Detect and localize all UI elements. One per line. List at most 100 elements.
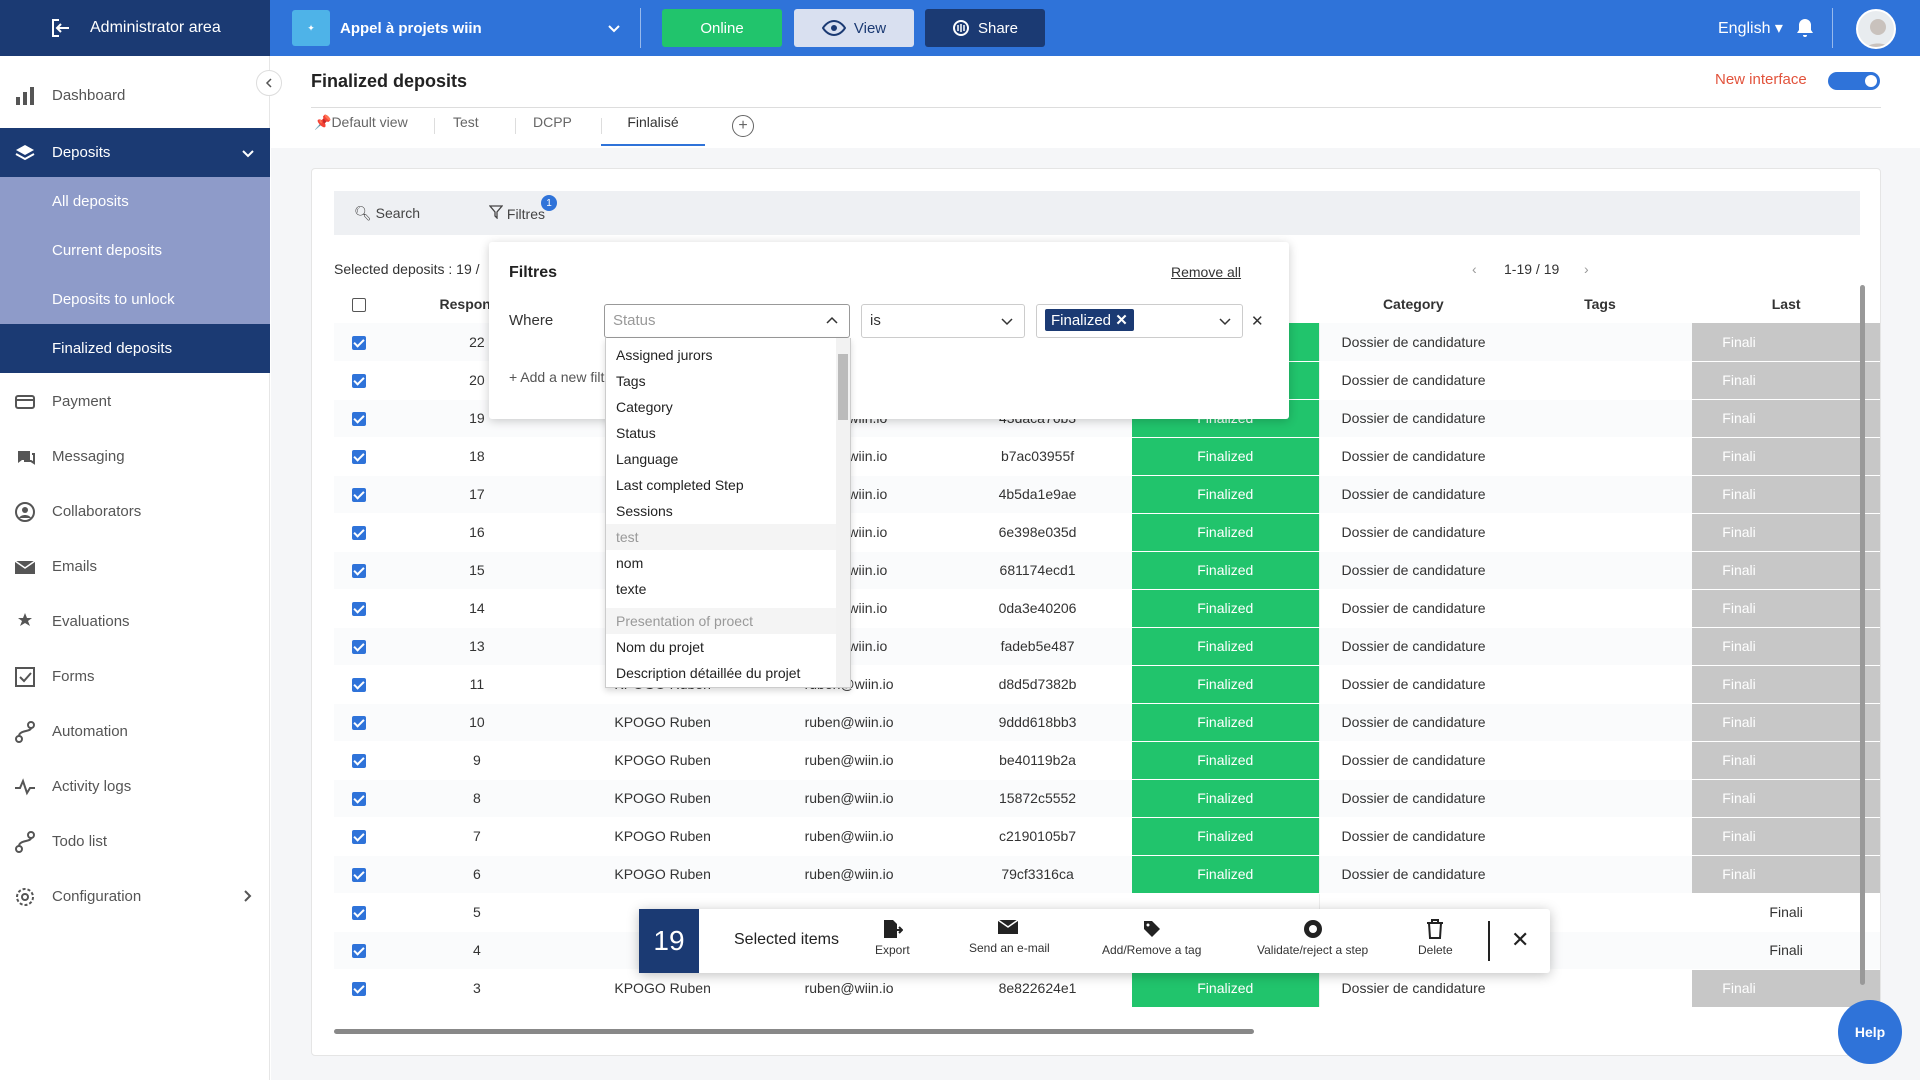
sidebar-item-deposits-to-unlock[interactable]: Deposits to unlock bbox=[0, 275, 270, 324]
filter-button[interactable]: Filtres bbox=[488, 205, 545, 222]
checkbox[interactable] bbox=[351, 944, 366, 959]
filter-operator-select[interactable]: is bbox=[861, 304, 1025, 338]
tab-default-view[interactable]: 📌Default view bbox=[314, 114, 408, 142]
dropdown-option[interactable]: Language bbox=[606, 446, 850, 472]
close-icon[interactable]: ✕ bbox=[1511, 927, 1529, 953]
sidebar-item-collaborators[interactable]: Collaborators bbox=[0, 487, 270, 536]
scroll-thumb[interactable] bbox=[838, 354, 848, 420]
vertical-scrollbar[interactable] bbox=[1860, 285, 1865, 985]
dropdown-option[interactable]: Sessions bbox=[606, 498, 850, 524]
filter-field-select[interactable]: Status bbox=[604, 304, 850, 338]
row-checkbox[interactable] bbox=[334, 703, 384, 742]
search-button[interactable]: 🔍︎ Search bbox=[354, 205, 420, 222]
checkbox[interactable] bbox=[351, 335, 366, 350]
project-selector[interactable]: ✦ Appel à projets wiin bbox=[292, 10, 632, 46]
row-checkbox[interactable] bbox=[334, 893, 384, 932]
row-checkbox[interactable] bbox=[334, 817, 384, 856]
row-checkbox[interactable] bbox=[334, 437, 384, 476]
dropdown-option[interactable]: Tags bbox=[606, 368, 850, 394]
sidebar-item-finalized-deposits[interactable]: Finalized deposits bbox=[0, 324, 270, 373]
sidebar-item-dashboard[interactable]: Dashboard bbox=[0, 71, 270, 120]
sidebar-item-payment[interactable]: Payment bbox=[0, 377, 270, 426]
tab-test[interactable]: Test bbox=[453, 114, 479, 142]
checkbox[interactable] bbox=[351, 868, 366, 883]
export-button[interactable]: Export bbox=[875, 919, 910, 957]
sidebar-item-all-deposits[interactable]: All deposits bbox=[0, 177, 270, 226]
checkbox[interactable] bbox=[351, 488, 366, 503]
checkbox[interactable] bbox=[351, 374, 366, 389]
row-checkbox[interactable] bbox=[334, 665, 384, 704]
help-button[interactable]: Help bbox=[1838, 1000, 1902, 1064]
add-filter-link[interactable]: + Add a new filt bbox=[509, 369, 604, 385]
table-row[interactable]: 7 KPOGO Ruben ruben@wiin.io c2190105b7 Final… bbox=[334, 817, 1880, 856]
horizontal-scrollbar[interactable] bbox=[334, 1029, 1254, 1034]
admin-area-link[interactable]: Administrator area bbox=[0, 0, 270, 56]
tab-dcpp[interactable]: DCPP bbox=[533, 114, 572, 142]
row-checkbox[interactable] bbox=[334, 779, 384, 818]
tag-remove-icon[interactable]: ✕ bbox=[1115, 312, 1128, 329]
dropdown-option[interactable]: Nom du projet bbox=[606, 634, 850, 660]
bell-icon[interactable] bbox=[1796, 18, 1814, 38]
row-checkbox[interactable] bbox=[334, 931, 384, 970]
remove-all-link[interactable]: Remove all bbox=[1171, 264, 1241, 280]
table-row[interactable]: 18ben@wiin.iob7ac03955fFinalizedDossier … bbox=[334, 437, 1880, 476]
row-checkbox[interactable] bbox=[334, 323, 384, 362]
delete-button[interactable]: Delete bbox=[1418, 919, 1453, 957]
column-header[interactable]: Last bbox=[1692, 285, 1880, 323]
checkbox[interactable] bbox=[351, 906, 366, 921]
table-row[interactable]: 16ben@wiin.io6e398e035dFinalizedDossier … bbox=[334, 513, 1880, 552]
dropdown-option[interactable]: texte bbox=[606, 576, 850, 602]
checkbox[interactable] bbox=[351, 602, 366, 617]
checkbox[interactable] bbox=[351, 564, 366, 579]
row-checkbox[interactable] bbox=[334, 551, 384, 590]
sidebar-item-todo-list[interactable]: Todo list bbox=[0, 817, 270, 866]
select-all[interactable] bbox=[334, 285, 383, 323]
dropdown-option[interactable]: Status bbox=[606, 420, 850, 446]
table-row[interactable]: 8 KPOGO Ruben ruben@wiin.io 15872c5552 Final… bbox=[334, 779, 1880, 818]
table-row[interactable]: 11KPOGO Rubenruben@wiin.iod8d5d7382bFina… bbox=[334, 665, 1880, 704]
language-selector[interactable]: English ▾ bbox=[1718, 18, 1783, 38]
sidebar-item-evaluations[interactable]: Evaluations bbox=[0, 597, 270, 646]
table-row[interactable]: 6 KPOGO Ruben ruben@wiin.io 79cf3316ca Final… bbox=[334, 855, 1880, 894]
dropdown-option[interactable]: Description détaillée du projet bbox=[606, 660, 850, 686]
chevron-right-icon[interactable]: › bbox=[1584, 261, 1589, 277]
table-row[interactable]: 15ben@wiin.io681174ecd1FinalizedDossier … bbox=[334, 551, 1880, 590]
add-tab-button[interactable]: + bbox=[732, 115, 754, 137]
checkbox[interactable] bbox=[351, 640, 366, 655]
row-checkbox[interactable] bbox=[334, 855, 384, 894]
checkbox[interactable] bbox=[351, 526, 366, 541]
sidebar-item-automation[interactable]: Automation bbox=[0, 707, 270, 756]
column-header[interactable]: Tags bbox=[1508, 285, 1693, 323]
sidebar-item-emails[interactable]: Emails bbox=[0, 542, 270, 591]
table-row[interactable]: 17ben@wiin.io4b5da1e9aeFinalizedDossier … bbox=[334, 475, 1880, 514]
checkbox[interactable] bbox=[351, 412, 366, 427]
checkbox[interactable] bbox=[351, 716, 366, 731]
validate-step-button[interactable]: Validate/reject a step bbox=[1257, 919, 1368, 957]
checkbox[interactable] bbox=[351, 792, 366, 807]
sidebar-item-forms[interactable]: Forms bbox=[0, 652, 270, 701]
dropdown-option[interactable]: Last completed Step bbox=[606, 472, 850, 498]
row-checkbox[interactable] bbox=[334, 627, 384, 666]
table-row[interactable]: 3 KPOGO Ruben ruben@wiin.io 8e822624e1 Final… bbox=[334, 969, 1880, 1008]
row-checkbox[interactable] bbox=[334, 361, 384, 400]
dropdown-option[interactable]: nom bbox=[606, 550, 850, 576]
row-checkbox[interactable] bbox=[334, 741, 384, 780]
column-header[interactable]: Category bbox=[1319, 285, 1508, 323]
row-checkbox[interactable] bbox=[334, 969, 384, 1008]
select-all-checkbox[interactable] bbox=[351, 298, 366, 313]
sidebar-item-current-deposits[interactable]: Current deposits bbox=[0, 226, 270, 275]
table-row[interactable]: 10 KPOGO Ruben ruben@wiin.io 9ddd618bb3 Fina… bbox=[334, 703, 1880, 742]
table-row[interactable]: 13ben@wiin.iofadeb5e487FinalizedDossier … bbox=[334, 627, 1880, 666]
send-email-button[interactable]: Send an e-mail bbox=[969, 919, 1050, 955]
tab-finlalise[interactable]: Finlalisé bbox=[601, 114, 705, 146]
avatar[interactable] bbox=[1856, 9, 1896, 49]
share-button[interactable]: Share bbox=[925, 9, 1045, 47]
table-row[interactable]: 9 KPOGO Ruben ruben@wiin.io be40119b2a Final… bbox=[334, 741, 1880, 780]
row-checkbox[interactable] bbox=[334, 399, 384, 438]
row-checkbox[interactable] bbox=[334, 513, 384, 552]
chevron-left-icon[interactable]: ‹ bbox=[1472, 261, 1477, 277]
add-remove-tag-button[interactable]: Add/Remove a tag bbox=[1102, 919, 1201, 957]
dropdown-scrollbar[interactable] bbox=[836, 338, 850, 687]
checkbox[interactable] bbox=[351, 754, 366, 769]
sidebar-item-deposits[interactable]: Deposits bbox=[0, 128, 270, 177]
